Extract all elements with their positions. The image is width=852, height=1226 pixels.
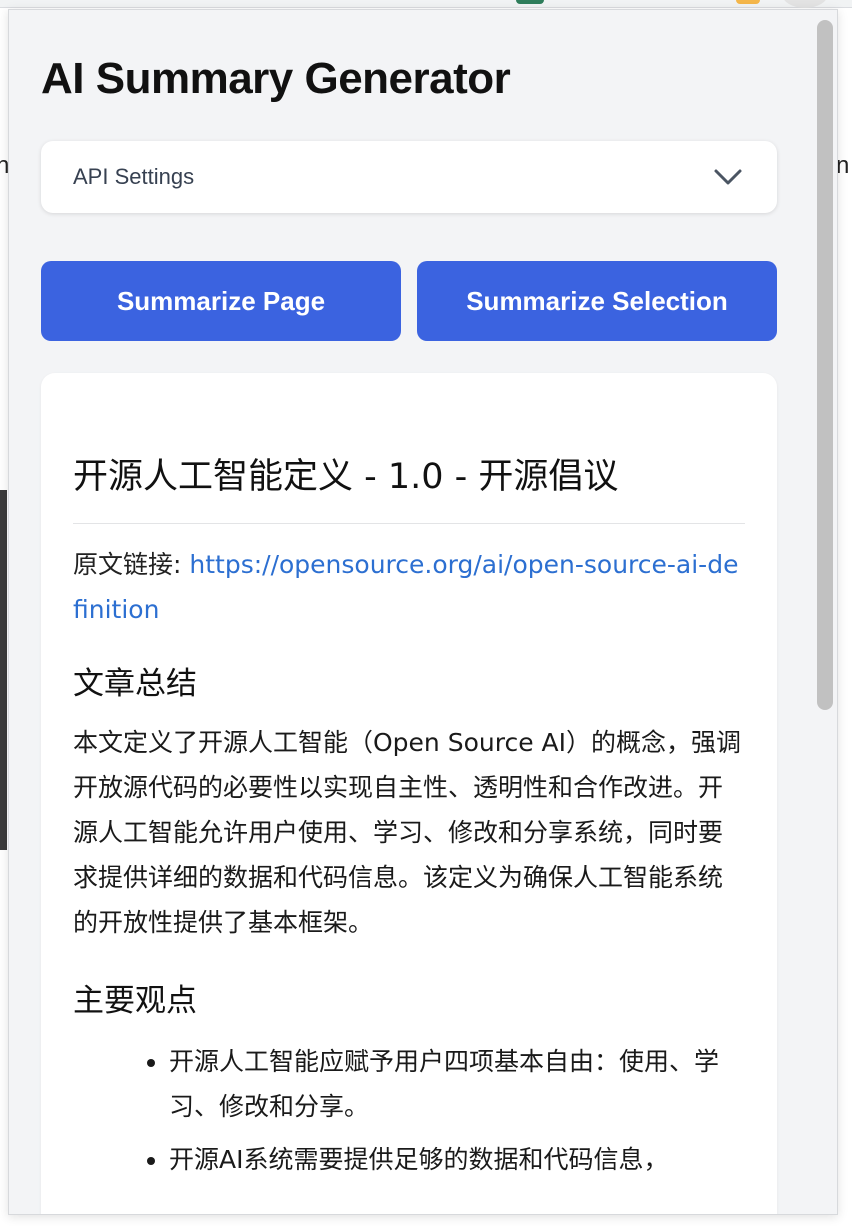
scrollbar-thumb[interactable]: [817, 20, 833, 710]
source-link-row: 原文链接: https://opensource.org/ai/open-sou…: [73, 542, 745, 632]
background-page-element: [0, 490, 7, 850]
article-title: 开源人工智能定义 - 1.0 - 开源倡议: [73, 457, 619, 497]
extension-icon[interactable]: [736, 0, 760, 4]
browser-toolbar-edge: [0, 0, 852, 8]
summary-card: 开源人工智能定义 - 1.0 - 开源倡议 原文链接: https://open…: [41, 373, 777, 1214]
summary-text: 本文定义了开源人工智能（Open Source AI）的概念，强调开放源代码的必…: [73, 728, 742, 937]
popup-title: AI Summary Generator: [41, 54, 511, 103]
extension-popup: AI Summary Generator API Settings Summar…: [8, 9, 838, 1215]
source-label: 原文链接:: [73, 550, 190, 579]
summarize-selection-button[interactable]: Summarize Selection: [417, 261, 777, 341]
api-settings-label: API Settings: [73, 164, 195, 189]
background-page-text: n: [836, 152, 850, 179]
summary-heading: 文章总结: [73, 666, 197, 702]
key-points-heading: 主要观点: [73, 983, 197, 1019]
extension-icon[interactable]: [516, 0, 544, 4]
summarize-page-button[interactable]: Summarize Page: [41, 261, 401, 341]
list-item: 开源AI系统需要提供足够的数据和代码信息，: [169, 1137, 745, 1182]
api-settings-toggle[interactable]: API Settings: [41, 141, 777, 213]
divider: [73, 523, 745, 524]
key-points-list: 开源人工智能应赋予用户四项基本自由：使用、学习、修改和分享。 开源AI系统需要提…: [73, 1039, 745, 1182]
chevron-down-icon: [713, 168, 743, 186]
list-item: 开源人工智能应赋予用户四项基本自由：使用、学习、修改和分享。: [169, 1039, 745, 1129]
